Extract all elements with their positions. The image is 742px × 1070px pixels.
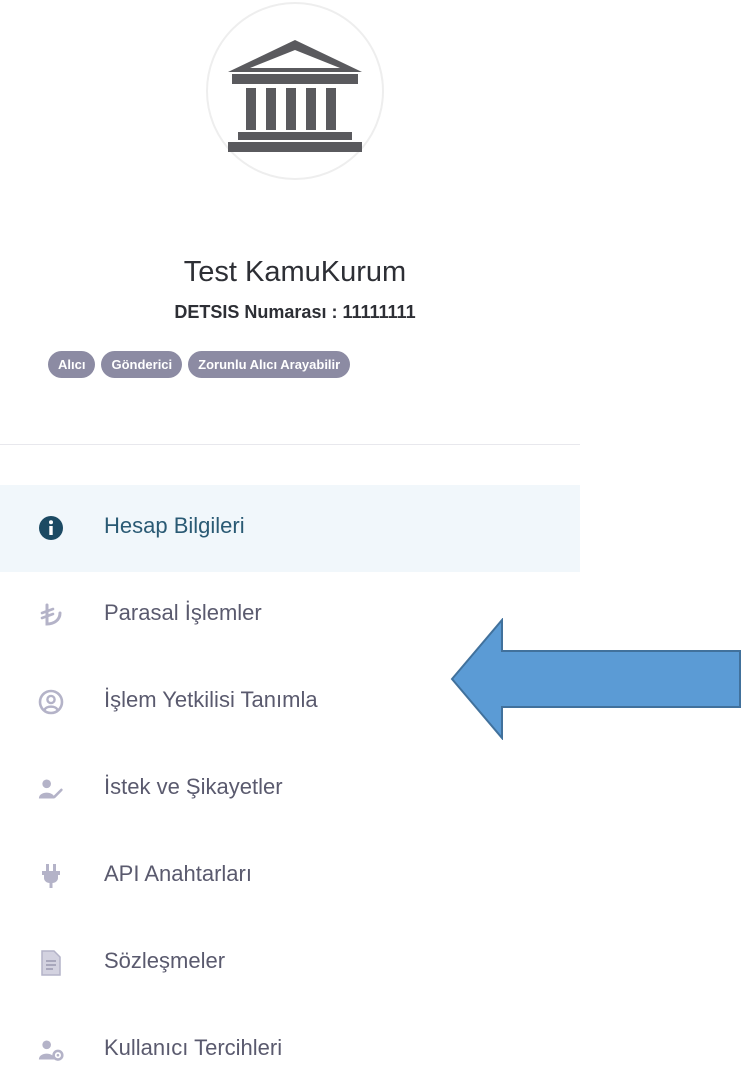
- account-name: Test KamuKurum: [183, 256, 407, 288]
- callout-arrow: [450, 618, 741, 740]
- badge-alici: Alıcı: [48, 351, 96, 378]
- sidebar-menu: Hesap Bilgileri Parasal İşlemler İşlem Y…: [0, 485, 580, 1070]
- badge-gonderici: Gönderici: [101, 351, 183, 378]
- menu-item-kullanici-tercihleri[interactable]: Kullanıcı Tercihleri: [0, 1007, 580, 1070]
- menu-item-label: İşlem Yetkilisi Tanımla: [104, 687, 318, 712]
- plug-icon: [42, 864, 60, 888]
- menu-item-label: Parasal İşlemler: [104, 600, 262, 625]
- avatar: [206, 2, 384, 180]
- menu-item-label: Hesap Bilgileri: [104, 513, 245, 538]
- menu-item-istek-ve-sikayetler[interactable]: İstek ve Şikayetler: [0, 746, 580, 833]
- user-edit-icon: [38, 779, 63, 799]
- menu-item-api-anahtarlari[interactable]: API Anahtarları: [0, 833, 580, 920]
- user-settings-icon: [38, 1040, 64, 1061]
- menu-item-label: API Anahtarları: [104, 861, 252, 886]
- menu-item-sozlesmeler[interactable]: Sözleşmeler: [0, 920, 580, 1007]
- government-building-icon: [228, 40, 362, 152]
- detsis-number: DETSIS Numarası : 11111111: [174, 302, 416, 322]
- badge-zorunlu-alici: Zorunlu Alıcı Arayabilir: [188, 351, 351, 378]
- account-sidebar: Test KamuKurum DETSIS Numarası : 1111111…: [0, 0, 742, 1070]
- divider: [0, 444, 580, 445]
- user-circle-icon: [38, 689, 64, 715]
- role-badges: Alıcı Gönderici Zorunlu Alıcı Arayabilir: [48, 351, 351, 378]
- info-circle-icon: [39, 516, 63, 540]
- menu-item-hesap-bilgileri[interactable]: Hesap Bilgileri: [0, 485, 580, 572]
- document-icon: [41, 950, 61, 976]
- turkish-lira-icon: [40, 603, 62, 626]
- menu-item-label: Sözleşmeler: [104, 948, 226, 973]
- menu-item-label: Kullanıcı Tercihleri: [104, 1035, 283, 1060]
- menu-item-label: İstek ve Şikayetler: [104, 774, 283, 799]
